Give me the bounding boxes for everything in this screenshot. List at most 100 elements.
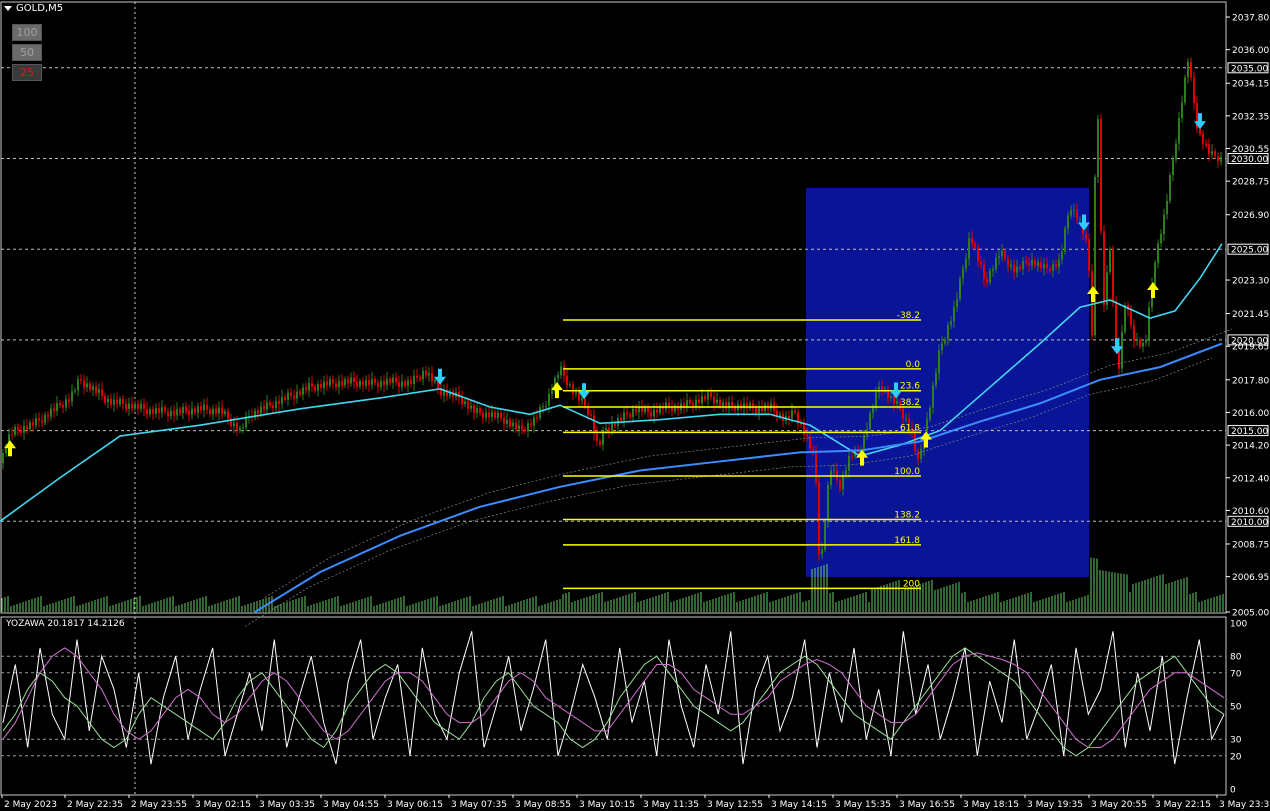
candle-body <box>1148 307 1150 340</box>
osc-series-2 <box>2 647 1225 748</box>
candle-body <box>89 383 91 390</box>
candle-body <box>215 408 217 414</box>
x-tick-label-4: 3 May 03:35 <box>259 800 315 810</box>
candle-body <box>101 389 103 396</box>
candle-body <box>1112 249 1114 302</box>
x-tick-label-13: 3 May 15:35 <box>835 800 891 810</box>
candle-body <box>821 549 823 554</box>
candle-body <box>941 343 943 351</box>
candle-body <box>998 256 1000 258</box>
candle-body <box>383 380 385 386</box>
candle-body <box>200 406 202 411</box>
candle-body <box>803 424 805 435</box>
candle-body <box>1031 259 1033 266</box>
x-tick-label-15: 3 May 18:15 <box>963 800 1019 810</box>
candle-body <box>221 407 223 415</box>
candle-body <box>1181 102 1183 118</box>
candle-body <box>407 380 409 386</box>
symbol-label[interactable]: GOLD,M5 <box>4 3 63 14</box>
candle-body <box>632 408 634 417</box>
candle-body <box>1037 262 1039 267</box>
candle-body <box>1007 258 1009 267</box>
candle-body <box>575 392 577 394</box>
candle-body <box>233 423 235 426</box>
candle-body <box>938 350 940 373</box>
candle-body <box>608 428 610 431</box>
candle-body <box>1163 214 1165 234</box>
candle-body <box>929 407 931 420</box>
candle-body <box>1010 264 1012 267</box>
candle-body <box>503 418 505 424</box>
candle-body <box>905 418 907 420</box>
candle-body <box>218 407 220 414</box>
candle-body <box>995 257 997 270</box>
candle-body <box>896 401 898 404</box>
candle-body <box>1139 339 1141 347</box>
candle-body <box>347 379 349 384</box>
candle-body <box>290 392 292 396</box>
candle-body <box>1013 264 1015 273</box>
y-tick-label-6: 2026.90 <box>1232 211 1269 221</box>
candle-body <box>239 427 241 431</box>
candle-body <box>1028 262 1030 266</box>
candle-body <box>299 391 301 395</box>
candle-body <box>530 423 532 426</box>
candle-body <box>872 407 874 414</box>
candle-body <box>11 434 13 436</box>
candle-body <box>350 377 352 384</box>
candle-body <box>356 381 358 387</box>
candle-body <box>1169 175 1171 201</box>
candle-body <box>2 453 4 464</box>
candle-body <box>113 399 115 405</box>
candle-body <box>842 474 844 490</box>
candle-body <box>590 414 592 416</box>
candle-body <box>482 413 484 418</box>
tf-button-25[interactable]: 25 <box>12 64 42 81</box>
tf-button-50[interactable]: 50 <box>12 44 42 61</box>
candle-body <box>146 409 148 415</box>
candle-body <box>1100 119 1102 232</box>
candle-body <box>461 397 463 405</box>
x-tick-label-17: 3 May 20:55 <box>1091 800 1147 810</box>
candle-body <box>812 448 814 451</box>
candle-body <box>593 415 595 434</box>
y-tick-label-10: 2019.65 <box>1232 343 1269 353</box>
level-label-2: 2025.00 <box>1231 246 1268 256</box>
sell-arrow-icon-0 <box>434 368 446 385</box>
candle-body <box>308 383 310 391</box>
y-tick-label-15: 2010.60 <box>1232 507 1269 517</box>
sell-arrow-icon-5 <box>1194 113 1206 130</box>
candle-body <box>74 390 76 392</box>
candle-body <box>581 398 583 401</box>
x-tick-label-11: 3 May 12:55 <box>707 800 763 810</box>
tf-button-100[interactable]: 100 <box>12 24 42 41</box>
candle-body <box>599 441 601 445</box>
candle-body <box>698 399 700 404</box>
candle-body <box>329 379 331 386</box>
candle-body <box>524 429 526 432</box>
candle-body <box>1025 260 1027 263</box>
candle-body <box>203 404 205 411</box>
chart-area[interactable]: 2035.002030.002025.002020.002015.002010.… <box>0 0 1270 811</box>
candle-body <box>491 412 493 418</box>
x-tick-label-8: 3 May 08:55 <box>515 800 571 810</box>
candle-body <box>431 373 433 382</box>
x-tick-label-2: 2 May 23:55 <box>131 800 187 810</box>
candle-body <box>533 417 535 426</box>
candle-body <box>1124 305 1126 332</box>
candle-body <box>1091 270 1093 336</box>
candle-body <box>650 411 652 417</box>
candle-body <box>1211 151 1213 155</box>
osc-tick-label-0: 100 <box>1230 620 1247 630</box>
candle-body <box>545 405 547 407</box>
candle-body <box>158 408 160 413</box>
y-tick-label-11: 2017.80 <box>1232 376 1269 386</box>
candle-body <box>953 307 955 322</box>
candle-body <box>65 399 67 408</box>
candle-body <box>716 399 718 404</box>
dropdown-triangle-icon[interactable] <box>4 5 12 11</box>
candle-body <box>140 403 142 409</box>
x-tick-label-9: 3 May 10:15 <box>579 800 635 810</box>
candle-body <box>131 403 133 409</box>
candle-body <box>719 399 721 407</box>
